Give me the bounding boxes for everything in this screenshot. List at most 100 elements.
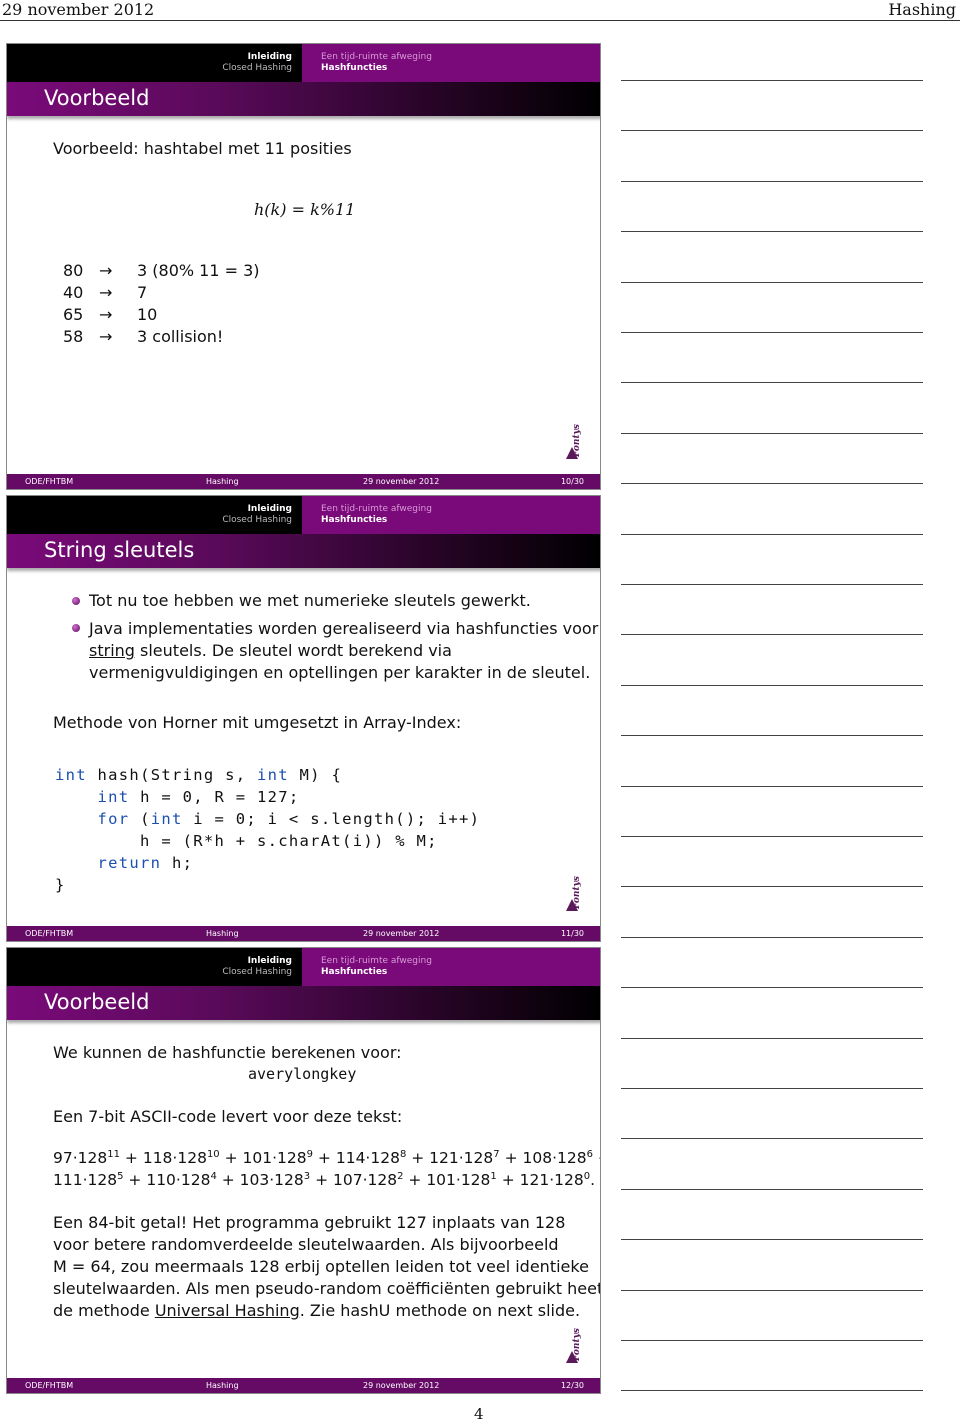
footer-page: 12/30 [560,1381,584,1390]
hash-table: 80 → 3 (80% 11 = 3) 40 → 7 65 → 10 58 → 3 collis… [63,260,260,348]
footer-author: ODE/FHTBM [25,477,74,486]
note-line [621,684,923,686]
fontys-logo: Fontys [566,876,594,917]
universal-hashing-link[interactable]: Universal Hashing [155,1301,300,1320]
footer-page: 10/30 [560,477,584,486]
slide-footer: ODE/FHTBM Hashing 29 november 2012 11/30 [7,926,600,941]
slide-title: String sleutels [44,538,195,562]
note-line [621,1340,923,1341]
footer-title: Hashing [206,1381,239,1390]
bullet-text: Tot nu toe hebben we met numerieke sleut… [89,591,531,610]
slide-title-bar: String sleutels [7,534,600,568]
nav-closed-hashing[interactable]: Closed Hashing [7,967,292,978]
term: 97·12811 [53,1149,120,1167]
note-line [621,886,923,888]
row: 80 → 3 (80% 11 = 3) [63,261,260,280]
fontys-logo: Fontys [566,424,594,465]
term: 101·1281 [426,1171,497,1189]
term: 118·12810 [142,1149,220,1167]
footer-title: Hashing [206,477,239,486]
nav-tijd-ruimte[interactable]: Een tijd-ruimte afweging [321,52,600,63]
note-line [621,1188,923,1190]
slide-title-bar: Voorbeeld [7,986,600,1020]
term: 121·1287 [429,1149,500,1167]
intro-text: Voorbeeld: hashtabel met 11 posities [53,139,352,158]
page-title: Hashing [888,0,956,19]
paragraph: Een 84-bit getal! Het programma gebruikt… [53,1213,601,1320]
note-line [621,281,923,283]
nav-hashfuncties[interactable]: Hashfuncties [321,515,600,526]
fontys-logo: Fontys [566,1328,594,1369]
bullet-text: Java implementaties worden gerealiseerd … [89,619,599,682]
note-line [621,332,923,333]
polynomial: 97·12811 + 118·12810 + 101·1289 + 114·12… [53,1149,600,1189]
term: 121·1280 [519,1171,591,1189]
nav-hashfuncties[interactable]: Hashfuncties [321,63,600,74]
nav-tijd-ruimte[interactable]: Een tijd-ruimte afweging [321,504,600,515]
slide-12: Inleiding Closed Hashing Een tijd-ruimte … [6,947,601,1394]
method-text: Methode von Horner mit umgesetzt in Arra… [53,713,462,732]
paragraph: Een 7-bit ASCII-code levert voor deze te… [53,1107,403,1126]
term: 103·1283 [239,1171,311,1189]
nav-closed-hashing[interactable]: Closed Hashing [7,515,292,526]
note-line [621,80,923,81]
bullet-icon [72,597,80,605]
note-line [621,1037,923,1039]
slide-title: Voorbeeld [44,990,150,1014]
note-line [621,634,923,636]
note-line [621,836,923,837]
row: 65 → 10 [63,305,158,324]
paragraph: We kunnen de hashfunctie berekenen voor: [53,1043,402,1062]
note-line [621,785,923,787]
footer-date: 29 november 2012 [363,929,440,938]
note-line [621,936,923,938]
term: 101·1289 [242,1149,313,1167]
slide-nav: Inleiding Closed Hashing Een tijd-ruimte … [7,44,600,82]
bullet-icon [72,624,80,632]
footer-title: Hashing [206,929,239,938]
term: 108·1286 [522,1149,593,1167]
note-line [621,533,923,535]
slide-title: Voorbeeld [44,86,150,110]
footer-author: ODE/FHTBM [25,929,74,938]
footer-author: ODE/FHTBM [25,1381,74,1390]
note-line [621,1390,923,1392]
slide-nav: Inleiding Closed Hashing Een tijd-ruimte … [7,948,600,986]
row: 58 → 3 collision! [63,327,224,346]
note-line [621,1138,923,1140]
nav-hashfuncties[interactable]: Hashfuncties [321,967,600,978]
note-line [621,180,923,182]
note-line [621,1289,923,1291]
nav-tijd-ruimte[interactable]: Een tijd-ruimte afweging [321,956,600,967]
row: 40 → 7 [63,283,148,302]
nav-inleiding[interactable]: Inleiding [7,956,292,967]
term: 114·1288 [335,1149,407,1167]
slide-footer: ODE/FHTBM Hashing 29 november 2012 12/30 [7,1378,600,1393]
note-line [621,483,923,485]
string-link[interactable]: string [89,641,135,660]
nav-inleiding[interactable]: Inleiding [7,504,292,515]
slide-11: Inleiding Closed Hashing Een tijd-ruimte … [6,495,601,942]
term: 107·1282 [332,1171,404,1189]
page-header: 29 november 2012 Hashing [0,0,960,21]
note-line [621,1088,923,1089]
slide-footer: ODE/FHTBM Hashing 29 november 2012 10/30 [7,474,600,489]
footer-date: 29 november 2012 [363,1381,440,1390]
slide-10: Inleiding Closed Hashing Een tijd-ruimte … [6,43,601,490]
footer-page: 11/30 [560,929,584,938]
note-line [621,382,923,384]
page-date: 29 november 2012 [2,0,155,19]
note-line [621,130,923,132]
note-line [621,735,923,737]
nav-inleiding[interactable]: Inleiding [7,52,292,63]
footer-date: 29 november 2012 [363,477,440,486]
key-word: averylongkey [248,1065,357,1083]
note-line [621,231,923,233]
page-number: 4 [474,1405,484,1423]
hash-formula: h(k) = k%11 [254,200,356,219]
nav-closed-hashing[interactable]: Closed Hashing [7,63,292,74]
note-line [621,432,923,434]
code-block: int hash(String s, int M) { int h = 0, R… [55,766,481,894]
note-line [621,1239,923,1241]
term: 110·1284 [146,1171,217,1189]
